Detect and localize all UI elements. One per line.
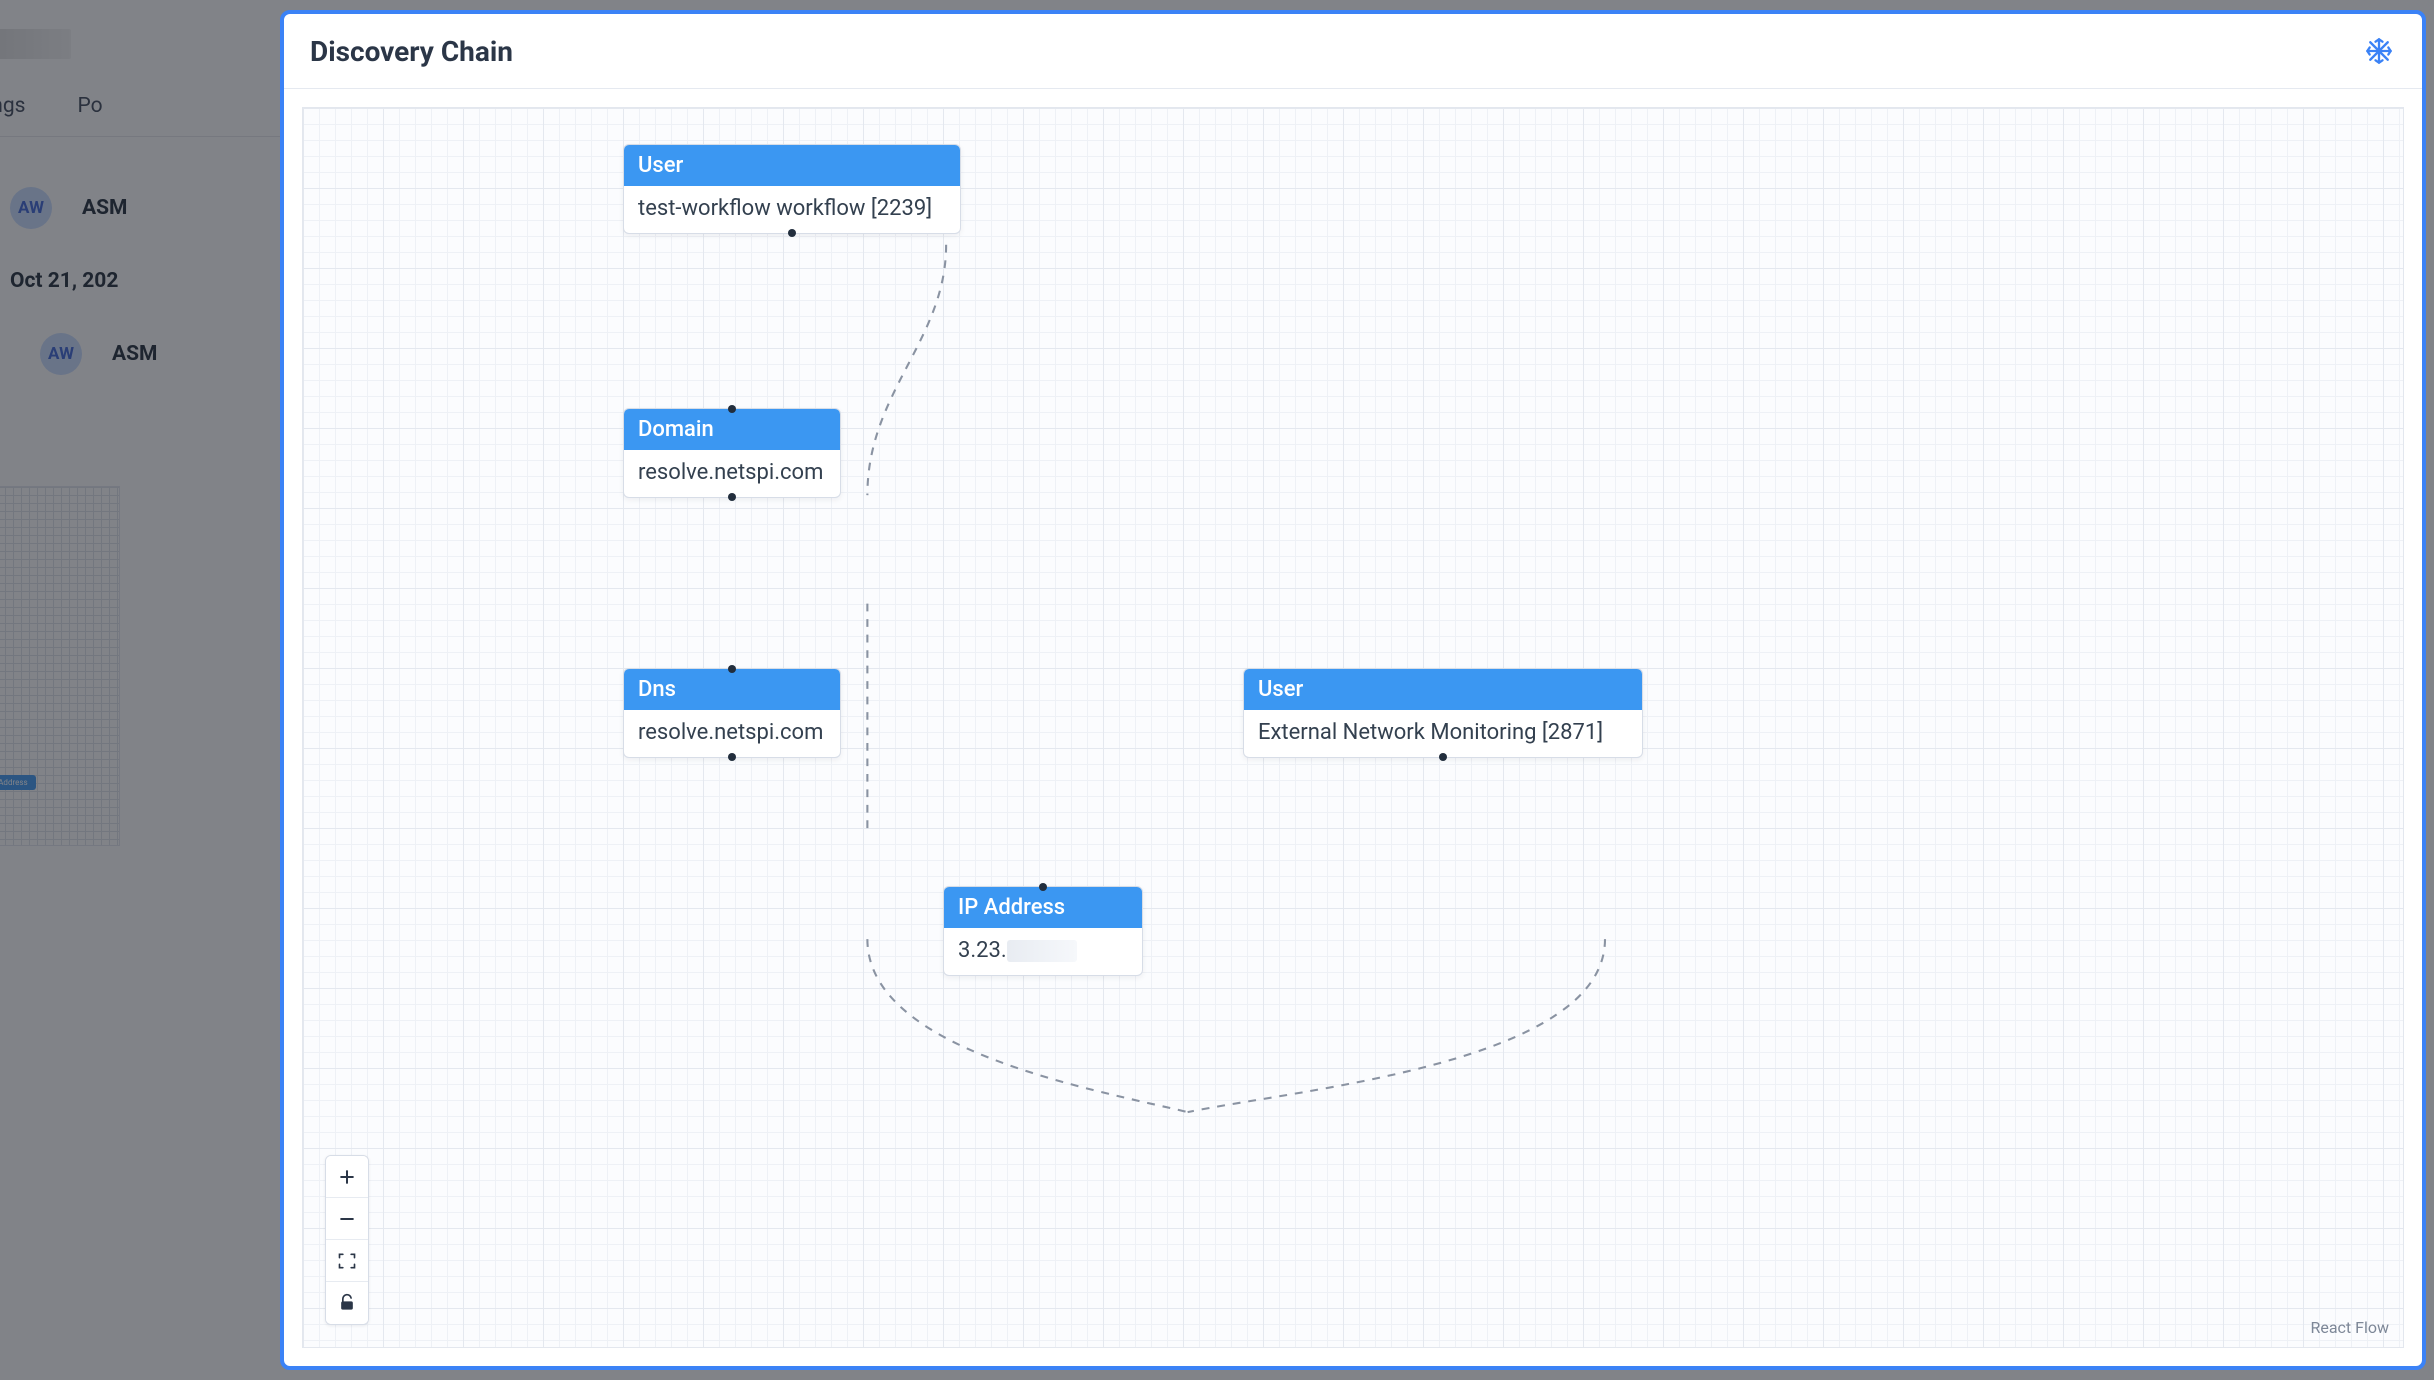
snowflake-icon: [2365, 37, 2393, 65]
discovery-chain-modal: Discovery Chain User test-workflow wor: [280, 10, 2426, 1370]
node-value: External Network Monitoring [2871]: [1244, 710, 1642, 757]
flow-canvas[interactable]: User test-workflow workflow [2239] Domai…: [302, 107, 2404, 1348]
node-value: test-workflow workflow [2239]: [624, 186, 960, 233]
minus-icon: [337, 1209, 357, 1229]
fit-view-icon: [337, 1251, 357, 1271]
flow-node-user-workflow[interactable]: User test-workflow workflow [2239]: [623, 144, 961, 234]
node-type-label: Dns: [624, 669, 840, 710]
react-flow-attribution: React Flow: [2310, 1318, 2389, 1337]
lock-toggle-button[interactable]: [326, 1282, 368, 1324]
flow-controls: [325, 1155, 369, 1325]
node-type-label: IP Address: [944, 887, 1142, 928]
flow-node-domain[interactable]: Domain resolve.netspi.com: [623, 408, 841, 498]
node-handle-bottom[interactable]: [1439, 753, 1447, 761]
flow-node-user-monitoring[interactable]: User External Network Monitoring [2871]: [1243, 668, 1643, 758]
zoom-in-button[interactable]: [326, 1156, 368, 1198]
node-handle-bottom[interactable]: [788, 229, 796, 237]
node-handle-top[interactable]: [728, 405, 736, 413]
fit-view-button[interactable]: [326, 1240, 368, 1282]
node-handle-top[interactable]: [1039, 883, 1047, 891]
node-handle-bottom[interactable]: [728, 493, 736, 501]
plus-icon: [337, 1167, 357, 1187]
modal-title: Discovery Chain: [310, 35, 513, 68]
node-type-label: User: [624, 145, 960, 186]
node-handle-top[interactable]: [728, 665, 736, 673]
ip-prefix: 3.23.: [958, 938, 1007, 963]
node-value: resolve.netspi.com: [624, 450, 840, 497]
node-value: resolve.netspi.com: [624, 710, 840, 757]
redacted-block: [1007, 940, 1077, 962]
node-handle-bottom[interactable]: [728, 753, 736, 761]
flow-node-ip-address[interactable]: IP Address 3.23.: [943, 886, 1143, 976]
lock-open-icon: [337, 1293, 357, 1313]
freeze-layout-button[interactable]: [2362, 34, 2396, 68]
node-type-label: Domain: [624, 409, 840, 450]
node-value: 3.23.: [944, 928, 1142, 975]
flow-node-dns[interactable]: Dns resolve.netspi.com: [623, 668, 841, 758]
node-type-label: User: [1244, 669, 1642, 710]
zoom-out-button[interactable]: [326, 1198, 368, 1240]
